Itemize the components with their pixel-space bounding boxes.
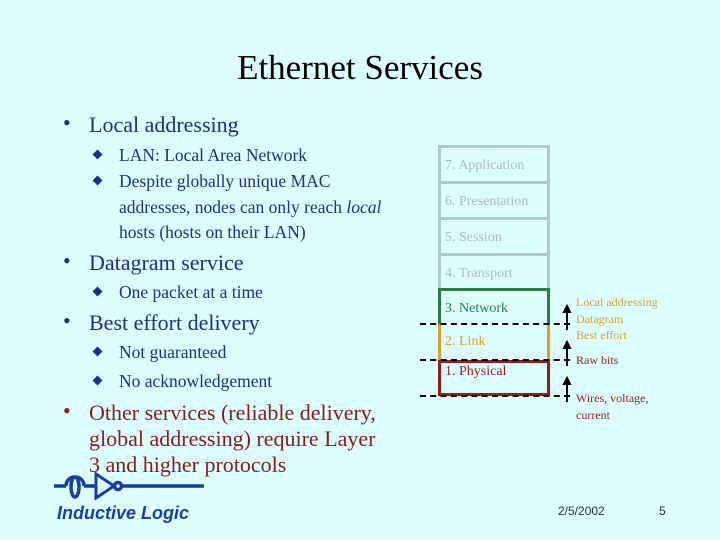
bullet-text-line: Other services (reliable delivery, (89, 400, 376, 425)
diamond-bullet-icon (92, 375, 103, 386)
inductive-logic-logo-icon (54, 472, 204, 500)
osi-layer-link: 2. Link (438, 324, 550, 360)
interface-arrows (562, 303, 572, 402)
annotation-best-effort: Best effort (576, 328, 627, 342)
bullet-text: Datagram service (89, 250, 244, 275)
annotation-datagram: Datagram (576, 311, 624, 326)
diamond-bullet-icon (92, 286, 103, 297)
sub-bullet-text-rest: hosts (hosts on their LAN) (119, 222, 306, 242)
annotation-local-addressing: Local addressing (576, 295, 658, 309)
bullet-text-line: global addressing) require Layer (89, 426, 376, 451)
bullet-text: Best effort delivery (89, 310, 260, 335)
bullet-dot-icon: • (63, 248, 71, 273)
osi-layer-transport: 4. Transport (438, 253, 550, 288)
sub-bullet: No acknowledgement (92, 369, 273, 395)
diamond-bullet-icon (92, 346, 103, 357)
boundary-line-link-physical (420, 359, 570, 361)
annotation-wires: Wires, voltage, (576, 391, 649, 405)
bullet-dot-icon: • (63, 110, 71, 135)
page-number: 5 (659, 504, 666, 518)
sub-bullet: One packet at a time (92, 280, 263, 306)
osi-layer-presentation: 6. Presentation (438, 181, 550, 217)
sub-bullet-text: No acknowledgement (119, 371, 273, 391)
sub-bullet-text: Not guaranteed (119, 342, 227, 362)
sub-bullet: Despite globally unique MAC addresses, n… (92, 169, 389, 246)
sub-bullet: LAN: Local Area Network (92, 143, 308, 169)
italic-local: local (346, 196, 382, 217)
link-annotations: Local addressing Datagram Best effort (576, 294, 658, 344)
osi-layer-session: 5. Session (438, 217, 550, 253)
osi-layer-physical: 1. Physical (438, 360, 550, 396)
annotation-raw-bits: Raw bits (576, 353, 619, 367)
bullet-datagram-service: • Datagram service (63, 248, 244, 276)
bullet-dot-icon: • (63, 308, 71, 333)
up-arrow-head (562, 303, 572, 313)
osi-layer-application: 7. Application (438, 145, 550, 181)
bullet-text: Local addressing (89, 112, 239, 137)
media-annotations: Wires, voltage, current (576, 390, 649, 423)
sub-bullet: Not guaranteed (92, 340, 227, 366)
osi-layer-network: 3. Network (438, 288, 550, 324)
slide-title: Ethernet Services (237, 48, 483, 87)
company-logo-text: Inductive Logic (57, 503, 190, 523)
bullet-best-effort: • Best effort delivery (63, 308, 260, 336)
osi-layer-physical-label: 1. Physical (445, 364, 507, 379)
up-arrow-head (562, 339, 572, 349)
boundary-line-network-link (420, 323, 570, 325)
bullet-local-addressing: • Local addressing (63, 110, 239, 138)
boundary-line-physical-media (420, 395, 570, 397)
sub-bullet-text: One packet at a time (119, 282, 263, 302)
diamond-bullet-icon (92, 149, 103, 160)
up-arrow-head (562, 375, 572, 385)
annotation-current: current (576, 407, 610, 422)
sub-bullet-text: LAN: Local Area Network (119, 145, 308, 165)
diamond-bullet-icon (92, 175, 103, 186)
sub-bullet-text: Despite globally unique MAC addresses, n… (119, 171, 343, 217)
bullet-other-services: • Other services (reliable delivery, glo… (63, 398, 376, 478)
bullet-dot-icon: • (63, 398, 71, 423)
footer-date: 2/5/2002 (558, 504, 605, 518)
